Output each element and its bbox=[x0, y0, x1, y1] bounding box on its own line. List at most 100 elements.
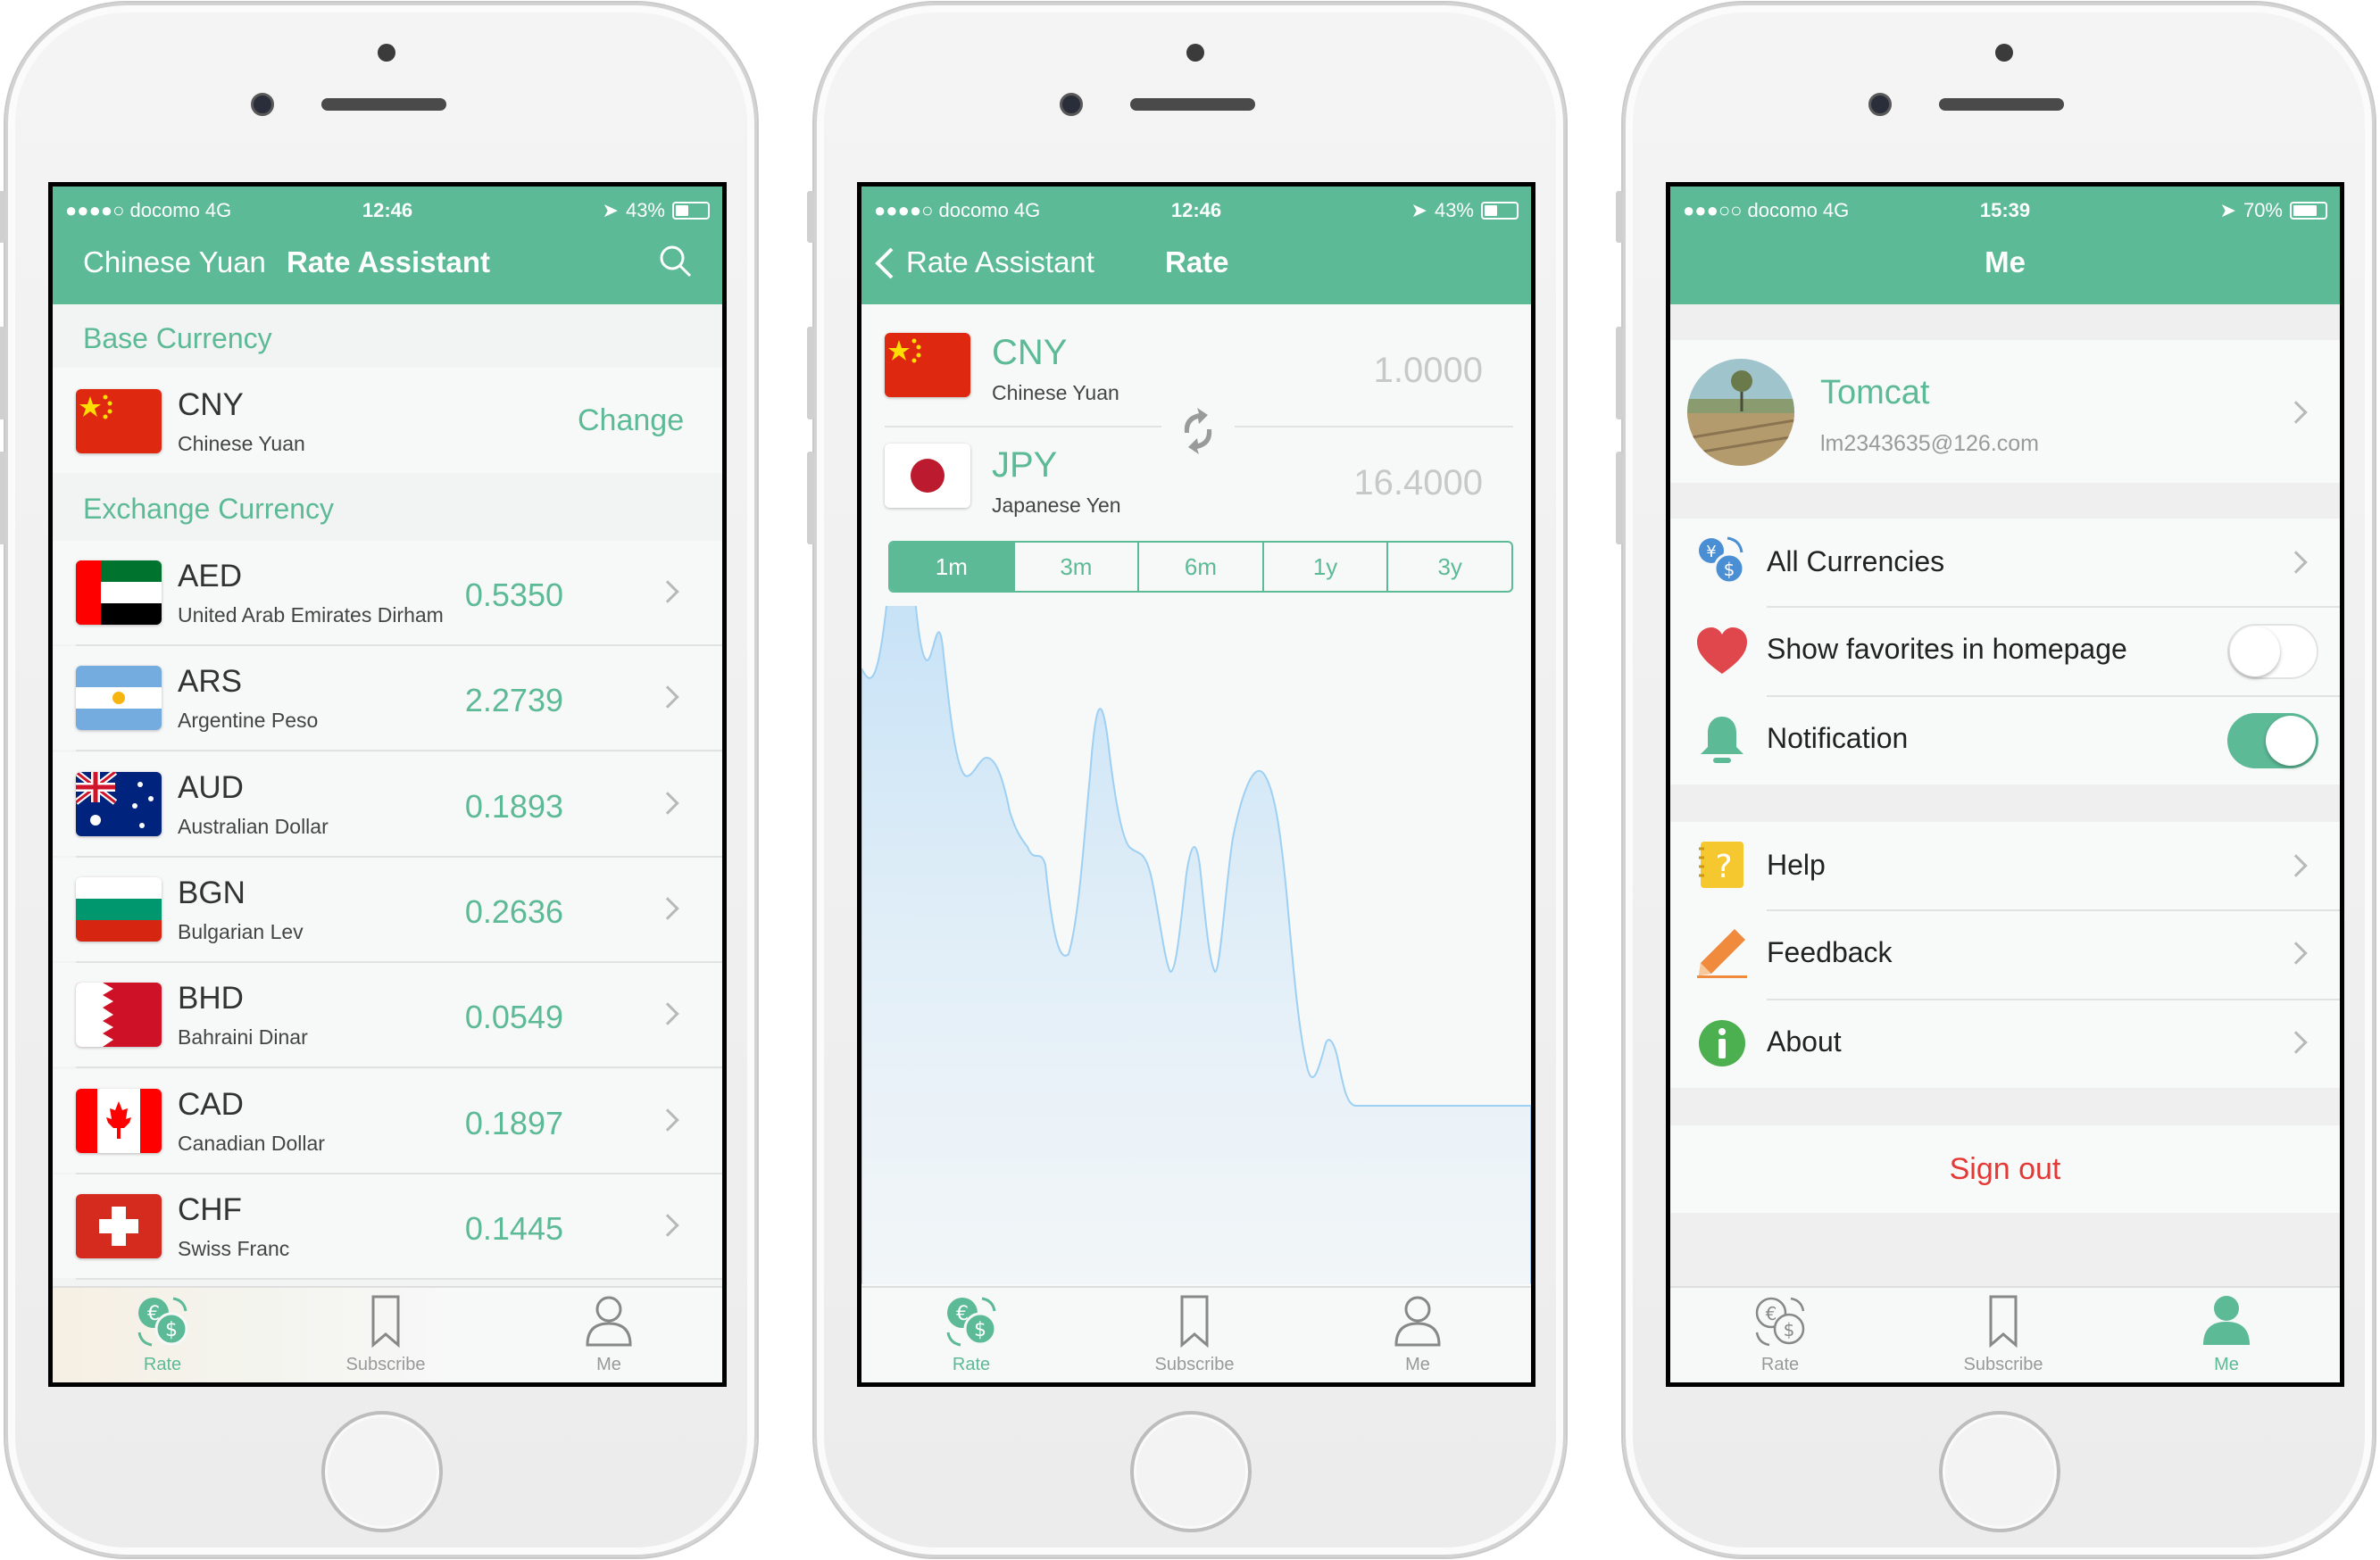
currency-row-cad[interactable]: CAD Canadian Dollar 0.1897 bbox=[53, 1069, 722, 1174]
flag-cny-icon bbox=[76, 389, 162, 453]
phone-3: ●●●○○ docomo 4G 15:39 ➤ 70% Me Tomcat lm… bbox=[1616, 3, 2375, 1557]
feedback-row[interactable]: Feedback bbox=[1670, 911, 2340, 999]
currency-code: CAD bbox=[178, 1087, 244, 1122]
range-6m[interactable]: 6m bbox=[1139, 543, 1264, 591]
range-3y[interactable]: 3y bbox=[1388, 543, 1511, 591]
tab-rate-label: Rate bbox=[143, 1355, 182, 1374]
currency-rate: 0.1445 bbox=[464, 1210, 563, 1247]
tab-subscribe[interactable]: Subscribe bbox=[1950, 1293, 2057, 1375]
currency-code: ARS bbox=[178, 664, 242, 699]
currency-row-bhd[interactable]: BHD Bahraini Dinar 0.0549 bbox=[53, 963, 722, 1068]
currency-row-bgn[interactable]: BGN Bulgarian Lev 0.2636 bbox=[53, 858, 722, 963]
more-group: ? Help Feedback About bbox=[1670, 822, 2340, 1088]
range-1m[interactable]: 1m bbox=[890, 543, 1015, 591]
currency-rate: 0.1893 bbox=[464, 788, 563, 825]
favorites-label: Show favorites in homepage bbox=[1767, 633, 2127, 665]
all-currencies-row[interactable]: ¥ $ All Currencies bbox=[1670, 519, 2340, 606]
to-currency-row[interactable]: JPY Japanese Yen 16.4000 bbox=[861, 427, 1531, 535]
heart-icon bbox=[1697, 627, 1747, 674]
chart-area bbox=[861, 606, 1531, 1284]
tab-me[interactable]: Me bbox=[1364, 1293, 1471, 1375]
currency-code: AED bbox=[178, 559, 242, 593]
page-title: Rate Assistant bbox=[287, 245, 491, 278]
flag-cad-icon bbox=[76, 1089, 162, 1153]
currency-rate: 2.2739 bbox=[464, 682, 563, 718]
rate-history-chart[interactable] bbox=[861, 606, 1531, 1284]
chevron-right-icon bbox=[656, 1108, 679, 1132]
tab-me-label: Me bbox=[1405, 1355, 1430, 1374]
currency-row-aed[interactable]: AED United Arab Emirates Dirham 0.5350 bbox=[53, 541, 722, 646]
chevron-left-icon bbox=[875, 247, 894, 279]
proximity-sensor bbox=[378, 44, 395, 62]
favorites-toggle[interactable] bbox=[2227, 624, 2318, 679]
to-value: 16.4000 bbox=[1353, 463, 1483, 502]
location-icon: ➤ bbox=[602, 199, 619, 221]
chevron-right-icon bbox=[656, 1214, 679, 1237]
svg-text:¥: ¥ bbox=[1706, 543, 1716, 561]
tab-subscribe-label: Subscribe bbox=[345, 1355, 426, 1374]
currency-name: Argentine Peso bbox=[178, 709, 319, 732]
person-icon bbox=[586, 1296, 632, 1347]
svg-text:$: $ bbox=[165, 1319, 178, 1341]
proximity-sensor bbox=[1186, 44, 1204, 62]
currency-name: Swiss Franc bbox=[178, 1237, 290, 1260]
nav-bar: ●●●●○ docomo 4G 12:46 ➤ 43% Chinese Yuan… bbox=[53, 187, 722, 304]
bookmark-icon bbox=[1989, 1295, 2018, 1348]
back-button[interactable]: Rate Assistant bbox=[874, 242, 1106, 283]
help-label: Help bbox=[1767, 849, 1826, 881]
currency-row-chf[interactable]: CHF Swiss Franc 0.1445 bbox=[53, 1174, 722, 1280]
base-currency-name[interactable]: Chinese Yuan bbox=[83, 245, 266, 279]
home-button[interactable] bbox=[1130, 1411, 1252, 1532]
tab-me-label: Me bbox=[2214, 1355, 2239, 1374]
home-button[interactable] bbox=[1939, 1411, 2060, 1532]
tab-rate[interactable]: € $ Rate bbox=[1727, 1293, 1834, 1375]
base-name: Chinese Yuan bbox=[178, 432, 305, 455]
earpiece bbox=[321, 98, 446, 111]
range-segmented-control: 1m 3m 6m 1y 3y bbox=[888, 541, 1513, 593]
flag-aed-icon bbox=[76, 560, 162, 625]
tab-me-label: Me bbox=[596, 1355, 621, 1374]
tab-rate[interactable]: € $ Rate bbox=[918, 1293, 1025, 1375]
search-icon[interactable] bbox=[658, 244, 694, 279]
currency-rate: 0.5350 bbox=[464, 577, 563, 613]
tab-subscribe[interactable]: Subscribe bbox=[332, 1293, 439, 1375]
profile-row[interactable]: Tomcat lm2343635@126.com bbox=[1670, 340, 2340, 483]
phone-1: ●●●●○ docomo 4G 12:46 ➤ 43% Chinese Yuan… bbox=[0, 3, 757, 1557]
chevron-right-icon bbox=[2284, 942, 2308, 965]
status-bar: ●●●○○ docomo 4G 15:39 ➤ 70% bbox=[1670, 194, 2340, 229]
tab-me[interactable]: Me bbox=[2173, 1293, 2280, 1375]
range-1y[interactable]: 1y bbox=[1264, 543, 1389, 591]
chevron-right-icon bbox=[656, 685, 679, 709]
currency-exchange-icon: €$ bbox=[1755, 1297, 1805, 1347]
currency-row-ars[interactable]: ARS Argentine Peso 2.2739 bbox=[53, 646, 722, 751]
status-bar: ●●●●○ docomo 4G 12:46 ➤ 43% bbox=[861, 194, 1531, 229]
currency-code: BGN bbox=[178, 875, 245, 910]
battery-percent: 70% bbox=[2243, 199, 2283, 221]
change-button[interactable]: Change bbox=[578, 403, 684, 438]
favorites-row: Show favorites in homepage bbox=[1670, 608, 2340, 695]
front-camera bbox=[1868, 93, 1892, 116]
svg-text:$: $ bbox=[974, 1319, 986, 1341]
home-button[interactable] bbox=[321, 1411, 443, 1532]
notification-toggle[interactable] bbox=[2227, 713, 2318, 768]
bookmark-icon bbox=[1180, 1295, 1209, 1348]
tab-me[interactable]: Me bbox=[555, 1293, 662, 1375]
profile-email: lm2343635@126.com bbox=[1820, 431, 2039, 456]
currency-exchange-icon: €$ bbox=[946, 1297, 997, 1347]
battery-icon bbox=[2290, 202, 2327, 220]
currency-row-aud[interactable]: AUD Australian Dollar 0.1893 bbox=[53, 752, 722, 858]
to-code: JPY bbox=[992, 445, 1058, 485]
tab-subscribe[interactable]: Subscribe bbox=[1141, 1293, 1248, 1375]
sign-out-button[interactable]: Sign out bbox=[1670, 1125, 2340, 1213]
about-row[interactable]: About bbox=[1670, 1000, 2340, 1088]
page-title: Rate bbox=[1165, 245, 1229, 278]
chevron-right-icon bbox=[656, 897, 679, 920]
help-row[interactable]: ? Help bbox=[1670, 822, 2340, 909]
base-currency-row[interactable]: CNY Chinese Yuan Change bbox=[53, 368, 722, 473]
range-3m[interactable]: 3m bbox=[1015, 543, 1140, 591]
screen-3: ●●●○○ docomo 4G 15:39 ➤ 70% Me Tomcat lm… bbox=[1666, 182, 2344, 1387]
tab-rate[interactable]: € $ Rate bbox=[109, 1293, 216, 1375]
bookmark-icon bbox=[371, 1295, 400, 1348]
currency-code: BHD bbox=[178, 981, 244, 1016]
flag-chf-icon bbox=[76, 1194, 162, 1258]
